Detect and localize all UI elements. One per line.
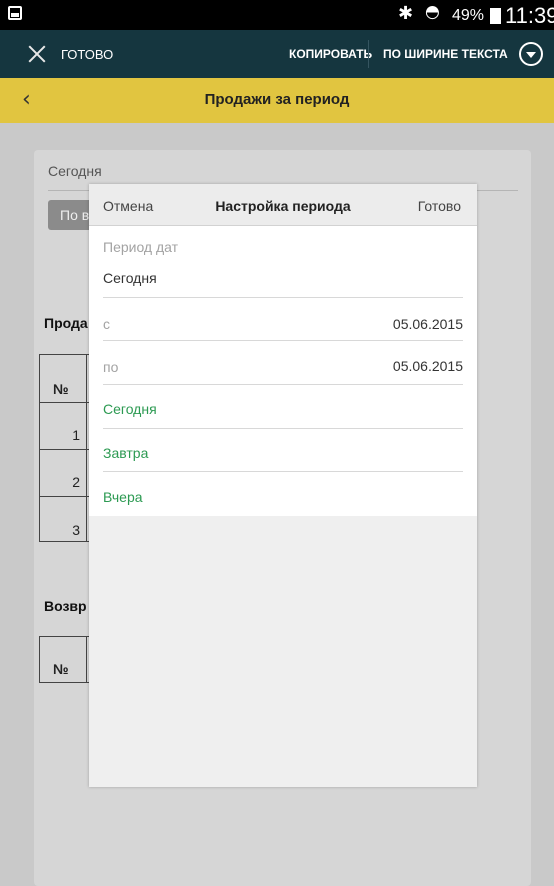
row-number: 3 <box>72 522 80 538</box>
battery-icon <box>490 8 501 24</box>
done-button[interactable]: ГОТОВО <box>61 47 113 62</box>
preset-tomorrow[interactable]: Завтра <box>103 445 148 461</box>
divider <box>103 340 463 341</box>
divider <box>103 471 463 472</box>
action-divider <box>368 40 369 68</box>
dialog-header: Отмена Настройка периода Готово <box>89 184 477 226</box>
from-label: с <box>103 316 110 332</box>
from-date-field[interactable]: 05.06.2015 <box>393 316 463 332</box>
table-row: 2 <box>40 450 92 497</box>
chevron-down-icon[interactable] <box>519 42 543 66</box>
table-header-no: № <box>53 661 69 677</box>
copy-button[interactable]: КОПИРОВАТЬ <box>289 47 372 61</box>
fit-text-width-button[interactable]: ПО ШИРИНЕ ТЕКСТА <box>383 47 508 61</box>
sales-table: № 1 2 3 <box>39 354 92 544</box>
divider <box>103 428 463 429</box>
close-icon[interactable] <box>26 43 48 65</box>
to-date-field[interactable]: 05.06.2015 <box>393 358 463 374</box>
battery-percent: 49% <box>452 7 485 24</box>
title-bar: ‹ Продажи за период <box>0 78 554 123</box>
row-number: 2 <box>72 474 80 490</box>
table-row: 1 <box>40 403 92 450</box>
clock: 11:39 <box>505 3 554 28</box>
returns-heading: Возвр <box>44 598 87 614</box>
period-display[interactable]: Сегодня <box>48 163 102 179</box>
period-label: Период дат <box>103 239 179 255</box>
table-row: 3 <box>40 497 92 544</box>
row-number: 1 <box>72 427 80 443</box>
action-bar: ГОТОВО КОПИРОВАТЬ ПО ШИРИНЕ ТЕКСТА <box>0 30 554 78</box>
preset-yesterday[interactable]: Вчера <box>103 489 143 505</box>
preset-today[interactable]: Сегодня <box>103 401 157 417</box>
returns-table: № <box>39 636 91 683</box>
divider <box>103 297 463 298</box>
period-settings-dialog: Отмена Настройка периода Готово Период д… <box>89 184 477 787</box>
to-label: по <box>103 359 119 375</box>
sales-heading: Прода <box>44 315 88 331</box>
table-header-no: № <box>53 381 69 397</box>
divider <box>103 384 463 385</box>
status-bar: ✱ ◓ 49% 11:39 <box>0 0 554 30</box>
bluetooth-icon: ✱ <box>398 3 414 24</box>
wifi-icon: ◓ <box>425 2 440 22</box>
period-select[interactable]: Сегодня <box>103 270 157 286</box>
screenshot-notification-icon <box>8 6 22 20</box>
page-title: Продажи за период <box>204 91 350 108</box>
dialog-body: Период дат Сегодня с 05.06.2015 по 05.06… <box>89 226 477 516</box>
table-header-row: № <box>40 355 92 403</box>
done-button[interactable]: Готово <box>418 198 461 214</box>
